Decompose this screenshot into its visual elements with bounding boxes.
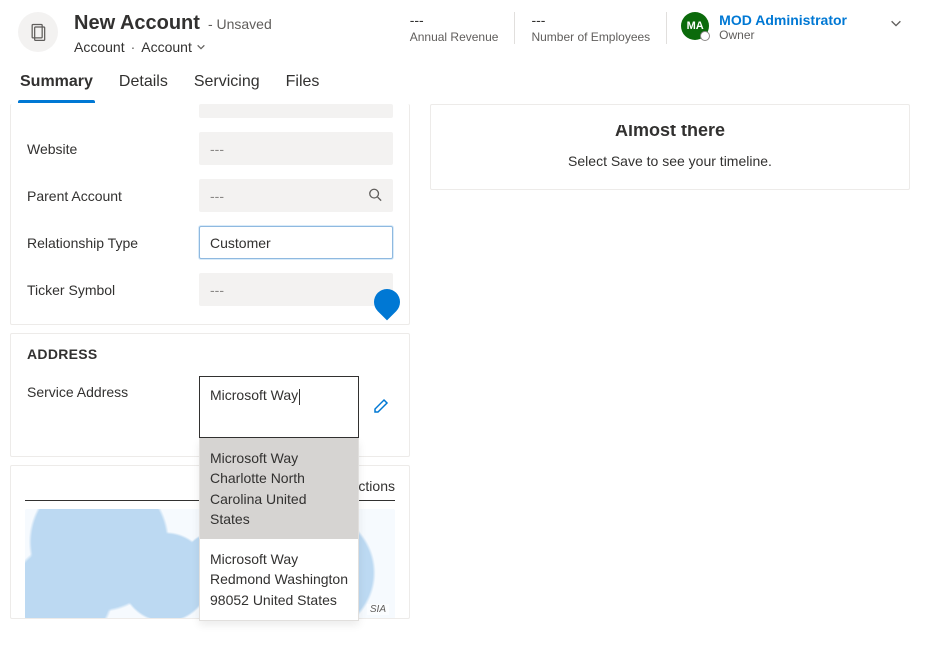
breadcrumb-entity: Account (74, 39, 125, 55)
employees-label: Number of Employees (531, 30, 650, 44)
address-section-title: ADDRESS (27, 346, 393, 362)
chevron-down-icon (889, 16, 903, 30)
header-field-annual-revenue[interactable]: --- Annual Revenue (394, 12, 515, 44)
timeline-title: Almost there (451, 125, 889, 143)
header-expand-button[interactable] (877, 12, 915, 37)
header-field-owner[interactable]: MA MOD Administrator Owner (666, 12, 861, 44)
service-address-value: Microsoft Way (210, 387, 298, 403)
presence-indicator-icon (700, 31, 710, 41)
owner-label: Owner (719, 28, 847, 42)
edit-address-button[interactable] (373, 398, 389, 417)
ticker-symbol-label: Ticker Symbol (27, 274, 199, 306)
owner-name-link[interactable]: MOD Administrator (719, 12, 847, 28)
website-label: Website (27, 133, 199, 165)
timeline-card: Almost there Select Save to see your tim… (430, 104, 910, 190)
owner-avatar-initials: MA (687, 20, 704, 32)
address-suggestion-item[interactable]: Microsoft Way Charlotte North Carolina U… (200, 438, 358, 539)
page-header: New Account - Unsaved Account · Account … (0, 0, 933, 63)
search-icon (368, 187, 382, 204)
pencil-icon (373, 398, 389, 414)
relationship-type-label: Relationship Type (27, 227, 199, 259)
map-attribution: SIA (367, 604, 389, 615)
service-address-label: Service Address (27, 376, 199, 408)
ticker-symbol-input[interactable]: --- (199, 273, 393, 306)
parent-account-label: Parent Account (27, 180, 199, 212)
tab-details[interactable]: Details (117, 63, 170, 103)
form-selector-label: Account (141, 39, 192, 55)
tab-bar: Summary Details Servicing Files (0, 63, 933, 104)
account-info-card: Website --- Parent Account --- Relations… (10, 104, 410, 325)
header-title-block: New Account - Unsaved Account · Account (74, 12, 272, 55)
tab-servicing[interactable]: Servicing (192, 63, 262, 103)
partial-field-input[interactable] (199, 104, 393, 118)
tab-files[interactable]: Files (284, 63, 322, 103)
owner-avatar: MA (681, 12, 709, 40)
relationship-type-select[interactable]: Customer (199, 226, 393, 259)
header-field-employees[interactable]: --- Number of Employees (514, 12, 666, 44)
header-fields: --- Annual Revenue --- Number of Employe… (394, 12, 861, 44)
tab-summary[interactable]: Summary (18, 63, 95, 103)
timeline-message: Select Save to see your timeline. (451, 153, 889, 169)
unsaved-status: - Unsaved (208, 16, 272, 32)
website-input[interactable]: --- (199, 132, 393, 165)
chevron-down-icon (196, 42, 206, 52)
breadcrumb-separator: · (131, 39, 136, 55)
annual-revenue-value: --- (410, 12, 499, 28)
text-caret-icon (299, 389, 300, 405)
parent-account-lookup[interactable]: --- (199, 179, 393, 212)
ai-suggestion-icon[interactable] (369, 284, 406, 321)
annual-revenue-label: Annual Revenue (410, 30, 499, 44)
address-card: ADDRESS Service Address Microsoft Way Mi… (10, 333, 410, 457)
breadcrumb: Account · Account (74, 39, 272, 55)
employees-value: --- (531, 12, 650, 28)
address-suggestions-dropdown: Microsoft Way Charlotte North Carolina U… (199, 438, 359, 621)
page-title: New Account (74, 12, 200, 35)
entity-icon (18, 12, 58, 52)
directions-link[interactable]: ctions (358, 478, 395, 494)
service-address-input[interactable]: Microsoft Way (199, 376, 359, 438)
address-suggestion-item[interactable]: Microsoft Way Redmond Washington 98052 U… (200, 539, 358, 620)
form-selector[interactable]: Account (141, 39, 206, 55)
